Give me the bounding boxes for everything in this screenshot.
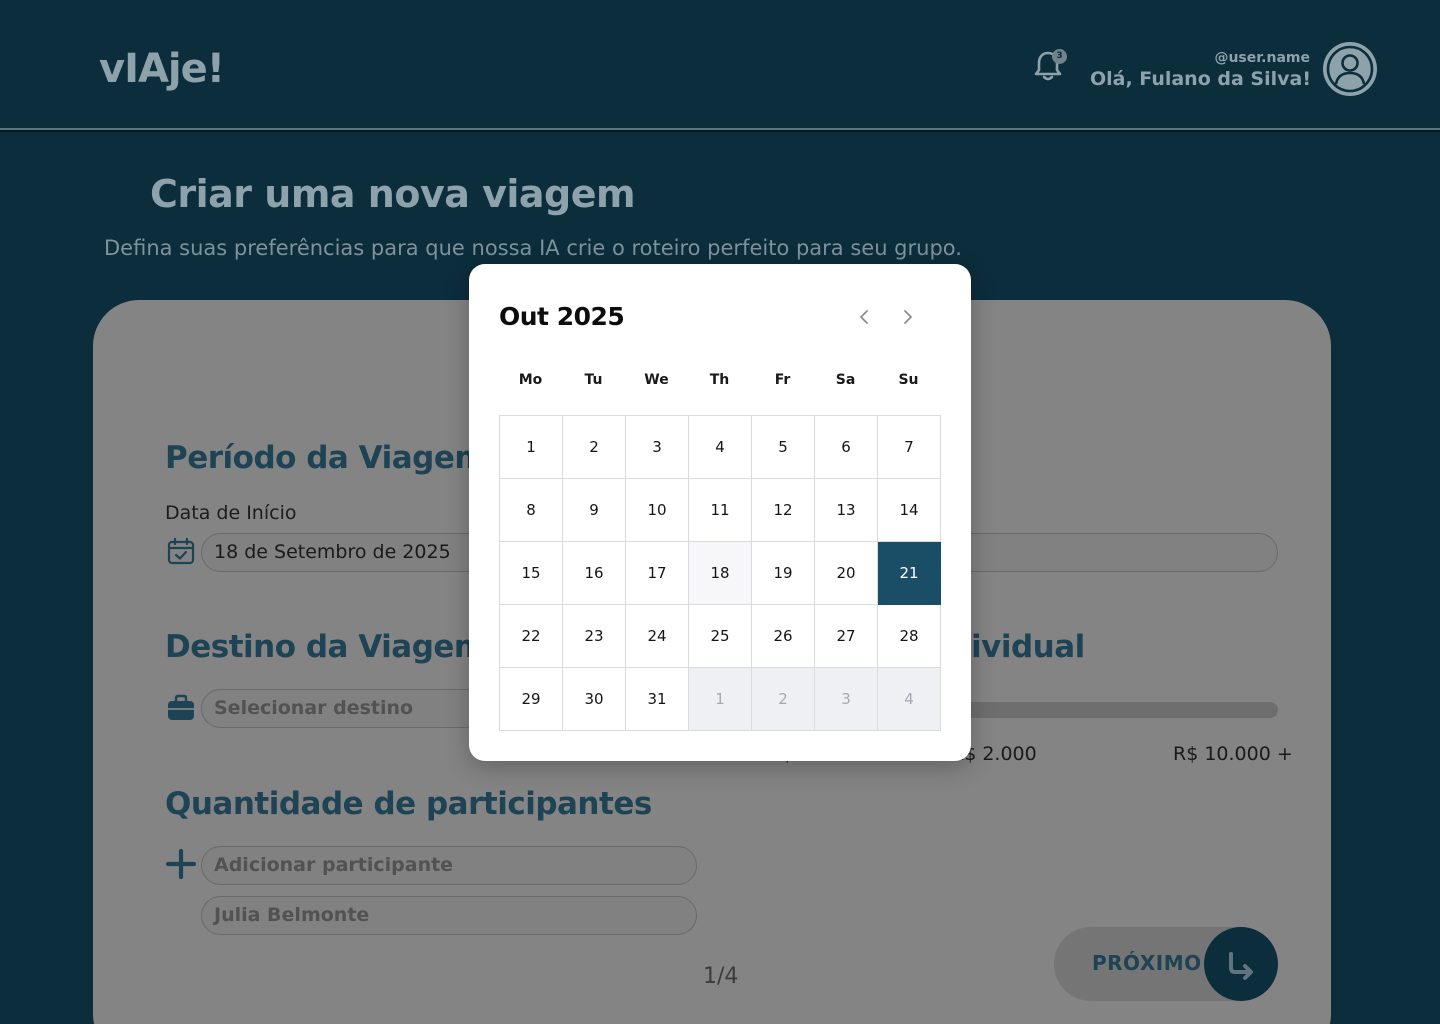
end-date-field[interactable] <box>948 533 1278 572</box>
weekday-label: Th <box>709 372 730 388</box>
calendar-day[interactable]: 7 <box>878 416 941 479</box>
destination-section-title: Destino da Viagem <box>165 629 486 665</box>
plus-icon[interactable] <box>166 849 196 879</box>
date-picker-modal: Out 2025 Mo Tu We Th Fr Sa Su 1 2 3 4 5 6 7 8 9 10 11 12 1… <box>469 264 971 761</box>
page-title: Criar uma nova viagem <box>150 172 636 216</box>
calendar-day[interactable]: 13 <box>815 479 878 542</box>
participants-section-title: Quantidade de participantes <box>165 786 652 822</box>
calendar-month-title: Out 2025 <box>499 302 625 331</box>
calendar-day[interactable]: 10 <box>626 479 689 542</box>
top-bar: vIAje! 3 @user.name Olá, Fulano da Silva… <box>0 0 1440 130</box>
calendar-day[interactable]: 28 <box>878 605 941 668</box>
calendar-day-outside-month[interactable]: 3 <box>815 668 878 731</box>
calendar-day[interactable]: 3 <box>626 416 689 479</box>
participant-item[interactable]: Julia Belmonte <box>201 896 697 935</box>
calendar-check-icon[interactable] <box>166 536 196 566</box>
weekday-label: Su <box>898 372 919 388</box>
calendar-day[interactable]: 12 <box>752 479 815 542</box>
next-button[interactable]: PRÓXIMO <box>1054 927 1278 1001</box>
calendar-day[interactable]: 18 <box>689 542 752 605</box>
step-indicator: 1/4 <box>703 964 739 989</box>
start-date-label: Data de Início <box>165 502 297 524</box>
avatar[interactable] <box>1323 42 1377 96</box>
calendar-day-outside-month[interactable]: 2 <box>752 668 815 731</box>
chevron-left-icon[interactable] <box>853 306 875 328</box>
calendar-day[interactable]: 6 <box>815 416 878 479</box>
calendar-day[interactable]: 1 <box>500 416 563 479</box>
budget-section-title: ividual <box>971 629 1085 665</box>
suitcase-icon[interactable] <box>166 693 196 723</box>
app-logo[interactable]: vIAje! <box>99 46 225 92</box>
destination-input[interactable]: Selecionar destino <box>201 689 501 728</box>
calendar-day[interactable]: 24 <box>626 605 689 668</box>
calendar-day[interactable]: 16 <box>563 542 626 605</box>
arrow-return-icon <box>1229 952 1253 980</box>
calendar-grid: 1 2 3 4 5 6 7 8 9 10 11 12 13 14 15 16 17 18 19 20 21 22 23 24 2… <box>499 415 941 731</box>
add-participant-input[interactable]: Adicionar participante <box>201 846 697 885</box>
weekday-label: Tu <box>584 372 603 388</box>
weekday-label: We <box>644 372 669 388</box>
calendar-day[interactable]: 5 <box>752 416 815 479</box>
weekday-header: Mo Tu We Th Fr Sa Su <box>499 372 941 388</box>
calendar-day[interactable]: 26 <box>752 605 815 668</box>
chevron-right-icon[interactable] <box>897 306 919 328</box>
period-section-title: Período da Viagem <box>165 440 487 476</box>
calendar-day[interactable]: 25 <box>689 605 752 668</box>
calendar-day-outside-month[interactable]: 4 <box>878 668 941 731</box>
calendar-day-outside-month[interactable]: 1 <box>689 668 752 731</box>
user-icon <box>1326 45 1374 93</box>
page-subtitle: Defina suas preferências para que nossa … <box>104 236 962 260</box>
weekday-label: Mo <box>518 372 543 388</box>
calendar-day-selected[interactable]: 21 <box>878 542 941 605</box>
username: @user.name <box>1214 50 1310 66</box>
start-date-field[interactable]: 18 de Setembro de 2025 <box>201 533 501 572</box>
calendar-day[interactable]: 22 <box>500 605 563 668</box>
budget-slider[interactable] <box>948 702 1278 718</box>
next-button-label: PRÓXIMO <box>1092 951 1202 975</box>
weekday-label: Sa <box>835 372 856 388</box>
calendar-day[interactable]: 20 <box>815 542 878 605</box>
next-button-circle <box>1204 927 1278 1001</box>
budget-label-max: R$ 10.000 + <box>1173 743 1293 765</box>
calendar-day[interactable]: 9 <box>563 479 626 542</box>
weekday-label: Fr <box>774 372 791 388</box>
calendar-day[interactable]: 8 <box>500 479 563 542</box>
notification-badge: 3 <box>1052 49 1067 64</box>
calendar-day[interactable]: 4 <box>689 416 752 479</box>
calendar-day[interactable]: 17 <box>626 542 689 605</box>
calendar-day[interactable]: 29 <box>500 668 563 731</box>
greeting: Olá, Fulano da Silva! <box>1089 68 1311 90</box>
calendar-day[interactable]: 27 <box>815 605 878 668</box>
calendar-day[interactable]: 15 <box>500 542 563 605</box>
calendar-day[interactable]: 11 <box>689 479 752 542</box>
calendar-day[interactable]: 30 <box>563 668 626 731</box>
calendar-day[interactable]: 14 <box>878 479 941 542</box>
calendar-day[interactable]: 19 <box>752 542 815 605</box>
calendar-day[interactable]: 2 <box>563 416 626 479</box>
calendar-day[interactable]: 23 <box>563 605 626 668</box>
calendar-day[interactable]: 31 <box>626 668 689 731</box>
